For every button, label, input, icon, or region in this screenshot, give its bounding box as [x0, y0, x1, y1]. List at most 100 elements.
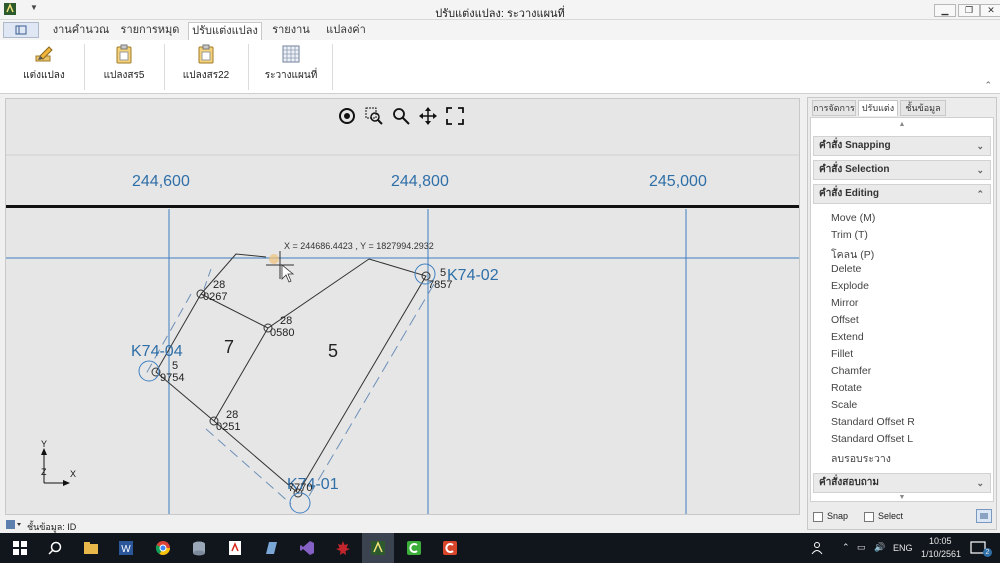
app-menu-icon: [15, 25, 27, 35]
pdf-icon[interactable]: [227, 540, 243, 556]
command-fillet[interactable]: Fillet: [831, 348, 853, 360]
parcel-number: 5: [328, 341, 339, 361]
select-label: Select: [878, 511, 904, 521]
tab-edit-parcel[interactable]: ปรับแต่งแปลง: [188, 22, 262, 40]
ribbon-separator: [248, 44, 249, 90]
coordinate-readout: X = 244686.4423 , Y = 1827994.2932: [284, 241, 434, 251]
clock-date[interactable]: 1/10/2561: [921, 549, 961, 559]
maple-leaf-icon[interactable]: [335, 540, 351, 556]
target-view-icon[interactable]: [338, 107, 356, 125]
edit-parcel-label: แต่งแปลง: [23, 70, 65, 81]
tab-convert[interactable]: แปลงค่า: [320, 22, 372, 40]
tab-calculation[interactable]: งานคำนวณ: [50, 22, 112, 40]
vertex-label-bottom: 0267: [203, 291, 228, 303]
scroll-up-icon[interactable]: ▲: [811, 121, 993, 128]
file-explorer-icon[interactable]: [83, 540, 99, 556]
title-bar: ▼ ปรับแต่งแปลง: ระวางแผนที่ ▁ ❐ ✕: [0, 0, 1000, 20]
command-standard-offset-l[interactable]: Standard Offset L: [831, 433, 913, 445]
ribbon-separator: [84, 44, 85, 90]
chevron-up-icon[interactable]: ⌃: [842, 542, 850, 553]
query-section-header[interactable]: คำสั่งสอบถาม ⌄: [813, 473, 991, 493]
network-icon[interactable]: ▭: [857, 542, 866, 553]
scroll-down-icon[interactable]: ▼: [811, 494, 993, 501]
tab-layers[interactable]: ชั้นข้อมูล: [900, 100, 946, 116]
command-delete[interactable]: Delete: [831, 263, 861, 275]
vertex-label-top: 5: [172, 360, 179, 372]
command-clone[interactable]: โคลน (P): [831, 246, 874, 263]
clock-time[interactable]: 10:05: [929, 536, 952, 546]
command-trim[interactable]: Trim (T): [831, 229, 868, 241]
survey-app-icon[interactable]: [370, 540, 386, 556]
command-scale[interactable]: Scale: [831, 399, 857, 411]
command-move[interactable]: Move (M): [831, 212, 875, 224]
ribbon-panel: แต่งแปลง แปลงสร5 แปลงสร22 ระวางแผนที่ ⌃: [0, 40, 1000, 94]
parcel-sr5-button[interactable]: แปลงสร5: [96, 44, 152, 90]
command-chamfer[interactable]: Chamfer: [831, 365, 871, 377]
chevron-up-icon: ⌃: [976, 189, 984, 199]
layer-dropdown-icon[interactable]: [6, 519, 22, 530]
notification-badge: 2: [983, 548, 992, 557]
app-menu-button[interactable]: [3, 22, 39, 38]
axis-z-label: Z: [41, 467, 47, 477]
x-tick-label: 244,600: [132, 173, 190, 190]
restore-button[interactable]: ❐: [958, 4, 980, 17]
zoom-window-icon[interactable]: [365, 107, 383, 125]
command-remove-sheet-border[interactable]: ลบรอบระวาง: [831, 450, 891, 467]
snapping-section-header[interactable]: คำสั่ง Snapping ⌄: [813, 136, 991, 156]
zoom-extents-icon[interactable]: [446, 107, 464, 125]
minimize-button[interactable]: ▁: [934, 4, 956, 17]
select-checkbox[interactable]: [864, 512, 874, 522]
volume-icon[interactable]: 🔊: [874, 542, 885, 553]
camtasia-red-icon[interactable]: [442, 540, 458, 556]
pan-icon[interactable]: [419, 107, 437, 125]
tab-adjust[interactable]: ปรับแต่ง: [858, 100, 898, 116]
panel-options-button[interactable]: [976, 509, 992, 523]
tab-management[interactable]: การจัดการ: [812, 100, 856, 116]
tab-pin-list[interactable]: รายการหมุด: [116, 22, 184, 40]
people-icon[interactable]: [811, 540, 827, 556]
command-rotate[interactable]: Rotate: [831, 382, 862, 394]
parcel-number: 7: [224, 337, 235, 357]
search-icon[interactable]: [47, 540, 63, 556]
parcel-sr22-label: แปลงสร22: [182, 70, 230, 81]
command-mirror[interactable]: Mirror: [831, 297, 858, 309]
command-extend[interactable]: Extend: [831, 331, 864, 343]
snap-label: Snap: [827, 511, 849, 521]
command-standard-offset-r[interactable]: Standard Offset R: [831, 416, 915, 428]
command-offset[interactable]: Offset: [831, 314, 859, 326]
vertex-label-bottom: 7857: [428, 279, 453, 291]
tab-report[interactable]: รายงาน: [266, 22, 316, 40]
station-label: K74-02: [447, 267, 499, 284]
map-canvas[interactable]: 244,600 244,800 245,000 X = 244686.4423 …: [5, 98, 800, 515]
snap-checkbox[interactable]: [813, 512, 823, 522]
offset-dashed-line: [305, 283, 435, 502]
edit-parcel-button[interactable]: แต่งแปลง: [14, 44, 74, 90]
mouse-pointer-icon: [281, 264, 295, 283]
database-icon[interactable]: [191, 540, 207, 556]
parcel-line: [200, 253, 267, 295]
grid-sheet-icon: [282, 45, 300, 63]
language-indicator[interactable]: ENG: [893, 543, 913, 553]
axis-arrow-icon: [41, 448, 47, 455]
ribbon-separator: [164, 44, 165, 90]
map-sheet-label: ระวางแผนที่: [264, 70, 318, 81]
map-sheet-button[interactable]: ระวางแผนที่: [260, 44, 322, 90]
notepad-icon[interactable]: [263, 540, 279, 556]
editing-section-header[interactable]: คำสั่ง Editing ⌃: [813, 184, 991, 204]
command-explode[interactable]: Explode: [831, 280, 869, 292]
word-icon[interactable]: W: [118, 540, 134, 556]
ribbon-collapse-icon[interactable]: ⌃: [984, 80, 992, 91]
camtasia-green-icon[interactable]: [406, 540, 422, 556]
zoom-icon[interactable]: [392, 107, 410, 125]
windows-start-icon[interactable]: [12, 540, 28, 556]
visual-studio-icon[interactable]: [299, 540, 315, 556]
svg-text:W: W: [121, 544, 131, 555]
vertex-label-top: 28: [213, 279, 226, 291]
axis-x-label: X: [70, 469, 77, 479]
panel-content: ▲ คำสั่ง Snapping ⌄ คำสั่ง Selection ⌄ ค…: [810, 117, 994, 502]
close-button[interactable]: ✕: [980, 4, 1000, 17]
parcel-sr22-button[interactable]: แปลงสร22: [174, 44, 238, 90]
chrome-icon[interactable]: [155, 540, 171, 556]
axis-arrow-icon: [63, 480, 70, 486]
selection-section-header[interactable]: คำสั่ง Selection ⌄: [813, 160, 991, 180]
